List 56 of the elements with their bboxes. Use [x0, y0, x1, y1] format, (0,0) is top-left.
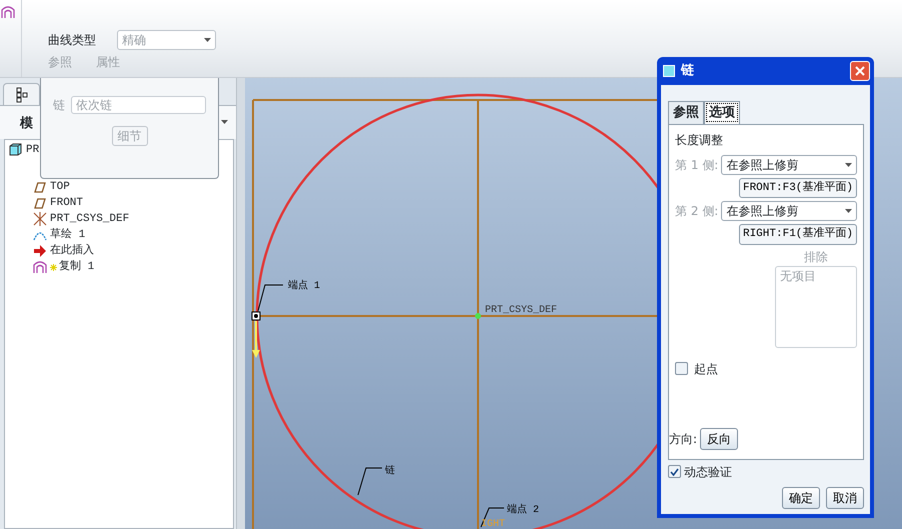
csys-label: PRT_CSYS_DEF — [485, 305, 558, 316]
dialog-title: 链 — [681, 62, 694, 80]
origin-point — [475, 313, 481, 319]
callout-label: 端点 1 — [288, 281, 320, 292]
dialog-tab[interactable]: 选项 — [704, 101, 740, 124]
reference-button[interactable]: RIGHT:F1(基准平面) — [738, 224, 857, 244]
tree-item[interactable]: PR — [26, 142, 40, 158]
coordinate-system-icon — [32, 211, 48, 227]
side-label: 第 2 侧: — [675, 203, 718, 220]
dialog-button[interactable]: 确定 — [782, 486, 820, 508]
model-tree-tab[interactable] — [3, 83, 40, 105]
caret-icon — [204, 38, 211, 42]
dialog-button[interactable]: 取消 — [826, 486, 864, 508]
close-icon — [855, 66, 865, 76]
curve-type-label: 曲线类型 — [48, 32, 97, 49]
direction-label: 方向: — [669, 430, 698, 448]
trim-select[interactable]: 在参照上修剪 — [721, 154, 857, 174]
tree-item[interactable]: 在此插入 — [50, 242, 94, 260]
checkbox[interactable] — [675, 362, 688, 375]
leader-line — [358, 468, 382, 496]
tree-item[interactable]: 草绘 1 — [50, 226, 86, 244]
curve-copy-icon — [32, 259, 48, 275]
callout-label: 链 — [385, 466, 395, 477]
caret-icon — [845, 162, 852, 166]
chain-label: 链 — [53, 97, 65, 114]
check-icon — [670, 468, 679, 476]
callout-label: 端点 2 — [507, 505, 540, 516]
plane-icon — [34, 198, 46, 208]
checkbox-label: 动态验证 — [684, 464, 732, 480]
part-icon — [8, 142, 24, 158]
plane-label: IGHT — [481, 519, 506, 529]
leader-line — [258, 284, 284, 312]
window-icon — [663, 65, 675, 77]
dialog-tab[interactable]: 参照 — [668, 101, 704, 124]
side-label: 第 1 侧: — [675, 156, 718, 174]
plane-icon — [34, 182, 46, 192]
endpoint-marker — [252, 312, 260, 320]
trim-select[interactable]: 在参照上修剪 — [721, 201, 857, 221]
tree-item[interactable]: FRONT — [50, 194, 84, 212]
direction-arrow — [252, 321, 260, 358]
leader-line — [480, 508, 504, 528]
arrow-icon — [32, 243, 48, 259]
tree-item[interactable]: PRT_CSYS_DEF — [50, 210, 130, 228]
reverse-button[interactable]: 反向 — [700, 428, 738, 450]
model-tree-header: 模 — [20, 115, 33, 133]
close-button[interactable] — [850, 61, 870, 81]
tree-item[interactable]: TOP — [50, 178, 70, 196]
tree-icon — [16, 86, 28, 102]
exclude-label: 排除 — [803, 248, 829, 266]
checkbox[interactable] — [668, 465, 681, 478]
section-title: 长度调整 — [675, 132, 724, 148]
tree-item[interactable]: 复制 1 — [59, 258, 94, 276]
caret-icon — [845, 209, 852, 213]
reference-button[interactable]: FRONT:F3(基准平面) — [738, 178, 857, 198]
checkbox-label: 起点 — [694, 360, 718, 378]
caret-icon — [221, 120, 228, 124]
